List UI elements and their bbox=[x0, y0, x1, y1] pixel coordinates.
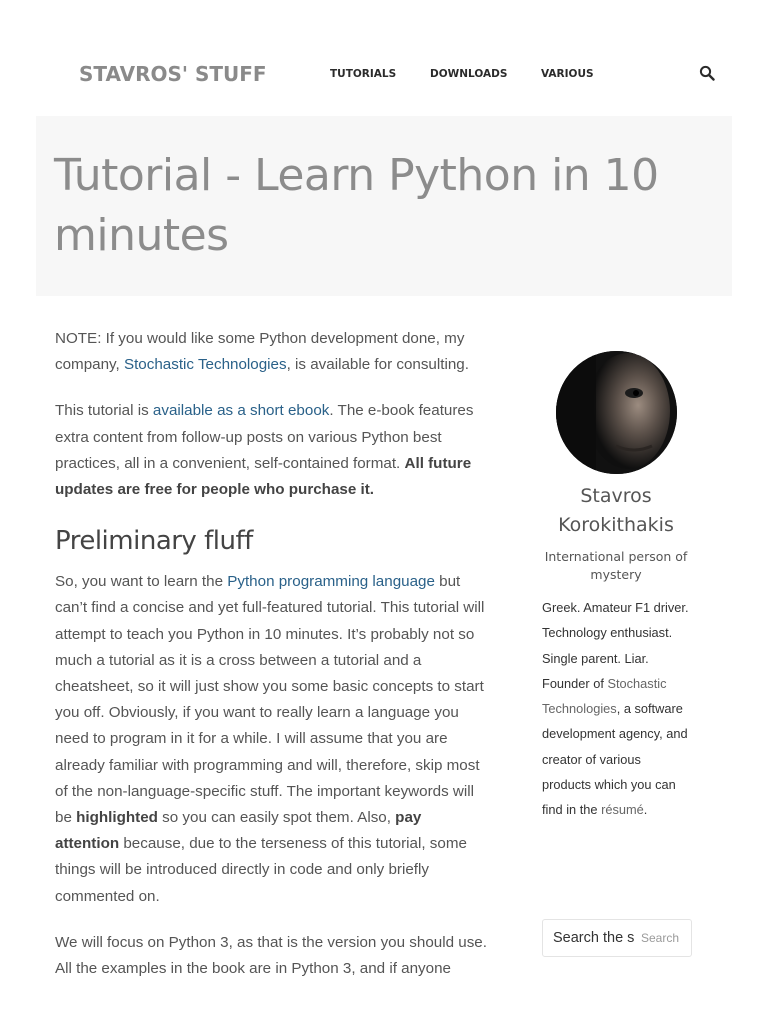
section-heading: Preliminary fluff bbox=[55, 526, 253, 557]
highlighted-bold: highlighted bbox=[76, 809, 158, 827]
bio-text-middle: , a software development agency, and cre… bbox=[542, 701, 688, 818]
site-brand-link[interactable]: STAVROS' STUFF bbox=[79, 62, 267, 86]
author-tagline: International person of mystery bbox=[544, 549, 688, 582]
site-header: STAVROS' STUFF TUTORIALS DOWNLOADS VARIO… bbox=[0, 0, 768, 116]
stochastic-technologies-link[interactable]: Stochastic Technologies bbox=[124, 356, 287, 373]
ebook-text: This tutorial is bbox=[55, 402, 153, 420]
bio-text-end: . bbox=[643, 802, 648, 818]
intro-text-part1: but can’t find a concise and yet full-fe… bbox=[55, 573, 485, 827]
python-language-link[interactable]: Python programming language bbox=[227, 573, 435, 590]
nav-item-tutorials[interactable]: TUTORIALS bbox=[330, 68, 396, 80]
article-body: NOTE: If you would like some Python deve… bbox=[55, 326, 487, 1028]
intro-paragraph: So, you want to learn the Python program… bbox=[55, 569, 487, 910]
intro-text-part2: so you can easily spot them. Also, bbox=[157, 809, 396, 827]
resume-link[interactable]: résumé bbox=[601, 802, 644, 817]
note-text-end: , is available for consulting. bbox=[286, 356, 469, 374]
author-name: Stavros Korokithakis bbox=[558, 485, 674, 536]
author-bio: Greek. Amateur F1 driver. Technology ent… bbox=[542, 595, 692, 823]
author-avatar bbox=[556, 351, 677, 474]
search-icon[interactable] bbox=[699, 65, 715, 81]
page-title: Tutorial - Learn Python in 10 minutes bbox=[54, 150, 659, 261]
ebook-link[interactable]: available as a short ebook bbox=[153, 402, 329, 419]
viewport-bottom-mask bbox=[0, 978, 768, 1024]
sidebar-search-input[interactable] bbox=[553, 928, 635, 948]
ebook-paragraph: This tutorial is available as a short eb… bbox=[55, 398, 487, 503]
intro-text: So, you want to learn the bbox=[55, 573, 228, 591]
nav-item-downloads[interactable]: DOWNLOADS bbox=[430, 68, 507, 80]
bio-line-1: Greek. Amateur F1 driver. Technology ent… bbox=[542, 600, 689, 666]
bio-line-2: Founder of Stochastic Technologies, a so… bbox=[542, 671, 692, 823]
sidebar-search-form: Search bbox=[542, 919, 692, 957]
consulting-note: NOTE: If you would like some Python deve… bbox=[55, 326, 487, 378]
sidebar-search-button[interactable]: Search bbox=[635, 927, 685, 949]
bio-text: Founder of bbox=[542, 675, 608, 691]
nav-item-various[interactable]: VARIOUS bbox=[541, 68, 594, 80]
